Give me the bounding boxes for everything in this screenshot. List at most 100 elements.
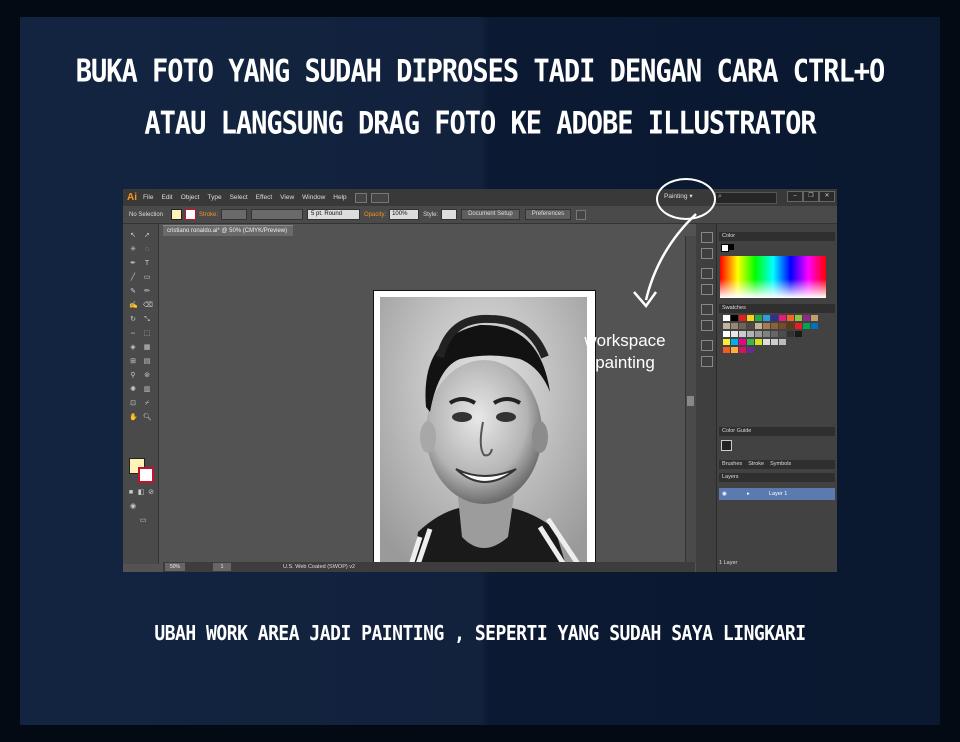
minimize-button[interactable]: ‒: [787, 191, 803, 202]
gradient-tool-icon[interactable]: ▤: [143, 358, 151, 366]
blend-tool-icon[interactable]: ⊚: [143, 372, 151, 380]
perspective-grid-tool-icon[interactable]: ▦: [143, 344, 151, 352]
slice-tool-icon[interactable]: ⌿: [143, 400, 151, 408]
zoom-tool-icon[interactable]: 🔍︎: [143, 414, 152, 422]
swatch-black[interactable]: [731, 315, 738, 321]
canvas-area[interactable]: [163, 236, 687, 572]
tab-symbols[interactable]: Symbols: [770, 460, 791, 469]
graph-tool-icon[interactable]: ▥: [143, 386, 151, 394]
black-chip[interactable]: [728, 244, 734, 250]
tab-brushes[interactable]: Brushes: [722, 460, 742, 469]
swatch-silver-3[interactable]: [779, 339, 786, 345]
menu-file[interactable]: File: [143, 194, 153, 201]
swatch-blue[interactable]: [771, 315, 778, 321]
none-mode-icon[interactable]: ⊘: [147, 489, 155, 497]
swatch-brown[interactable]: [739, 323, 746, 329]
swatch-raspberry[interactable]: [739, 347, 746, 353]
style-dropdown[interactable]: [441, 209, 458, 220]
expand-triangle-icon[interactable]: ▸: [747, 488, 750, 500]
arrange-documents-button[interactable]: [370, 192, 389, 203]
swatch-yellow[interactable]: [747, 315, 754, 321]
swatch-lemon[interactable]: [723, 339, 730, 345]
mesh-tool-icon[interactable]: ⊞: [129, 358, 137, 366]
swatch-light-1[interactable]: [723, 331, 730, 337]
menu-effect[interactable]: Effect: [256, 194, 273, 201]
document-tab[interactable]: cristiano ronaldo.ai* @ 50% (CMYK/Previe…: [163, 225, 293, 236]
layers-icon[interactable]: [701, 340, 713, 351]
artboard-tool-icon[interactable]: ⊡: [129, 400, 137, 408]
opacity-field[interactable]: 100%: [389, 209, 420, 220]
swatch-light-2[interactable]: [731, 331, 738, 337]
type-tool-icon[interactable]: T: [143, 260, 151, 268]
menu-select[interactable]: Select: [230, 194, 248, 201]
color-guide-base[interactable]: [721, 440, 732, 451]
swatch-gray-1[interactable]: [739, 331, 746, 337]
direct-selection-tool-icon[interactable]: ➚: [143, 232, 151, 240]
search-input[interactable]: ⌕: [715, 192, 777, 204]
swatch-azure[interactable]: [811, 323, 818, 329]
lasso-tool-icon[interactable]: ◌: [143, 246, 151, 254]
tab-stroke[interactable]: Stroke: [748, 460, 764, 469]
draw-normal-icon[interactable]: ◉: [129, 503, 137, 511]
swatch-sky[interactable]: [731, 339, 738, 345]
line-tool-icon[interactable]: ╱: [129, 274, 137, 282]
swatch-emerald[interactable]: [803, 323, 810, 329]
swatch-taupe[interactable]: [731, 323, 738, 329]
menu-type[interactable]: Type: [207, 194, 221, 201]
maximize-button[interactable]: ❐: [803, 191, 819, 202]
artboard[interactable]: [373, 290, 596, 572]
swatch-crimson[interactable]: [795, 323, 802, 329]
layer-row[interactable]: ◉ ▸ Layer 1: [719, 488, 835, 500]
swatch-orange[interactable]: [787, 315, 794, 321]
blob-brush-tool-icon[interactable]: ✍: [129, 302, 138, 310]
swatch-chartreuse[interactable]: [755, 339, 762, 345]
layers-panel-header[interactable]: Layers: [719, 473, 835, 482]
menu-object[interactable]: Object: [181, 194, 200, 201]
swatch-silver-1[interactable]: [763, 339, 770, 345]
swatch-gray-3[interactable]: [755, 331, 762, 337]
rectangle-tool-icon[interactable]: ▭: [143, 274, 151, 282]
paintbrush-tool-icon[interactable]: ✎: [129, 288, 137, 296]
rotate-tool-icon[interactable]: ↻: [129, 316, 137, 324]
stroke-color-box[interactable]: [138, 467, 154, 483]
shape-builder-tool-icon[interactable]: ◈: [129, 344, 137, 352]
symbol-sprayer-tool-icon[interactable]: ✺: [129, 386, 137, 394]
close-button[interactable]: ✕: [819, 191, 835, 202]
swatch-pink[interactable]: [739, 339, 746, 345]
stroke-label[interactable]: Stroke:: [199, 212, 218, 218]
menu-help[interactable]: Help: [333, 194, 346, 201]
eyedropper-tool-icon[interactable]: ⚲: [129, 372, 137, 380]
pen-tool-icon[interactable]: ✒: [129, 260, 137, 268]
color-mode-icon[interactable]: ■: [127, 489, 135, 497]
pencil-tool-icon[interactable]: ✏: [143, 288, 151, 296]
swatches-panel-header[interactable]: Swatches: [719, 304, 835, 313]
selection-tool-icon[interactable]: ↖: [129, 232, 137, 240]
eye-icon[interactable]: ◉: [722, 488, 727, 500]
stroke-weight-dropdown[interactable]: [221, 209, 248, 220]
hand-tool-icon[interactable]: ✋: [129, 414, 138, 422]
swatch-vermilion[interactable]: [723, 347, 730, 353]
swatch-red[interactable]: [739, 315, 746, 321]
swatch-sand[interactable]: [755, 323, 762, 329]
swatch-gray-5[interactable]: [771, 331, 778, 337]
preferences-button[interactable]: Preferences: [524, 209, 572, 220]
swatch-gray-4[interactable]: [763, 331, 770, 337]
swatch-grass[interactable]: [747, 339, 754, 345]
swatch-amber[interactable]: [731, 347, 738, 353]
brush-dropdown[interactable]: 5 pt. Round: [307, 209, 361, 220]
swatch-dark-brown[interactable]: [747, 323, 754, 329]
scale-tool-icon[interactable]: ⤡: [143, 316, 151, 324]
swatch-cyan[interactable]: [763, 315, 770, 321]
swatch-silver-2[interactable]: [771, 339, 778, 345]
color-guide-panel-header[interactable]: Color Guide: [719, 427, 835, 436]
width-tool-icon[interactable]: ⇔: [129, 330, 137, 338]
free-transform-tool-icon[interactable]: ⬚: [143, 330, 151, 338]
swatch-sienna[interactable]: [779, 323, 786, 329]
variable-width-dropdown[interactable]: [251, 209, 304, 220]
opacity-label[interactable]: Opacity:: [364, 212, 386, 218]
swatch-violet[interactable]: [747, 347, 754, 353]
swatch-chocolate[interactable]: [787, 323, 794, 329]
eraser-tool-icon[interactable]: ⌫: [143, 302, 153, 310]
menu-edit[interactable]: Edit: [161, 194, 172, 201]
zoom-field[interactable]: 50%: [165, 563, 185, 571]
